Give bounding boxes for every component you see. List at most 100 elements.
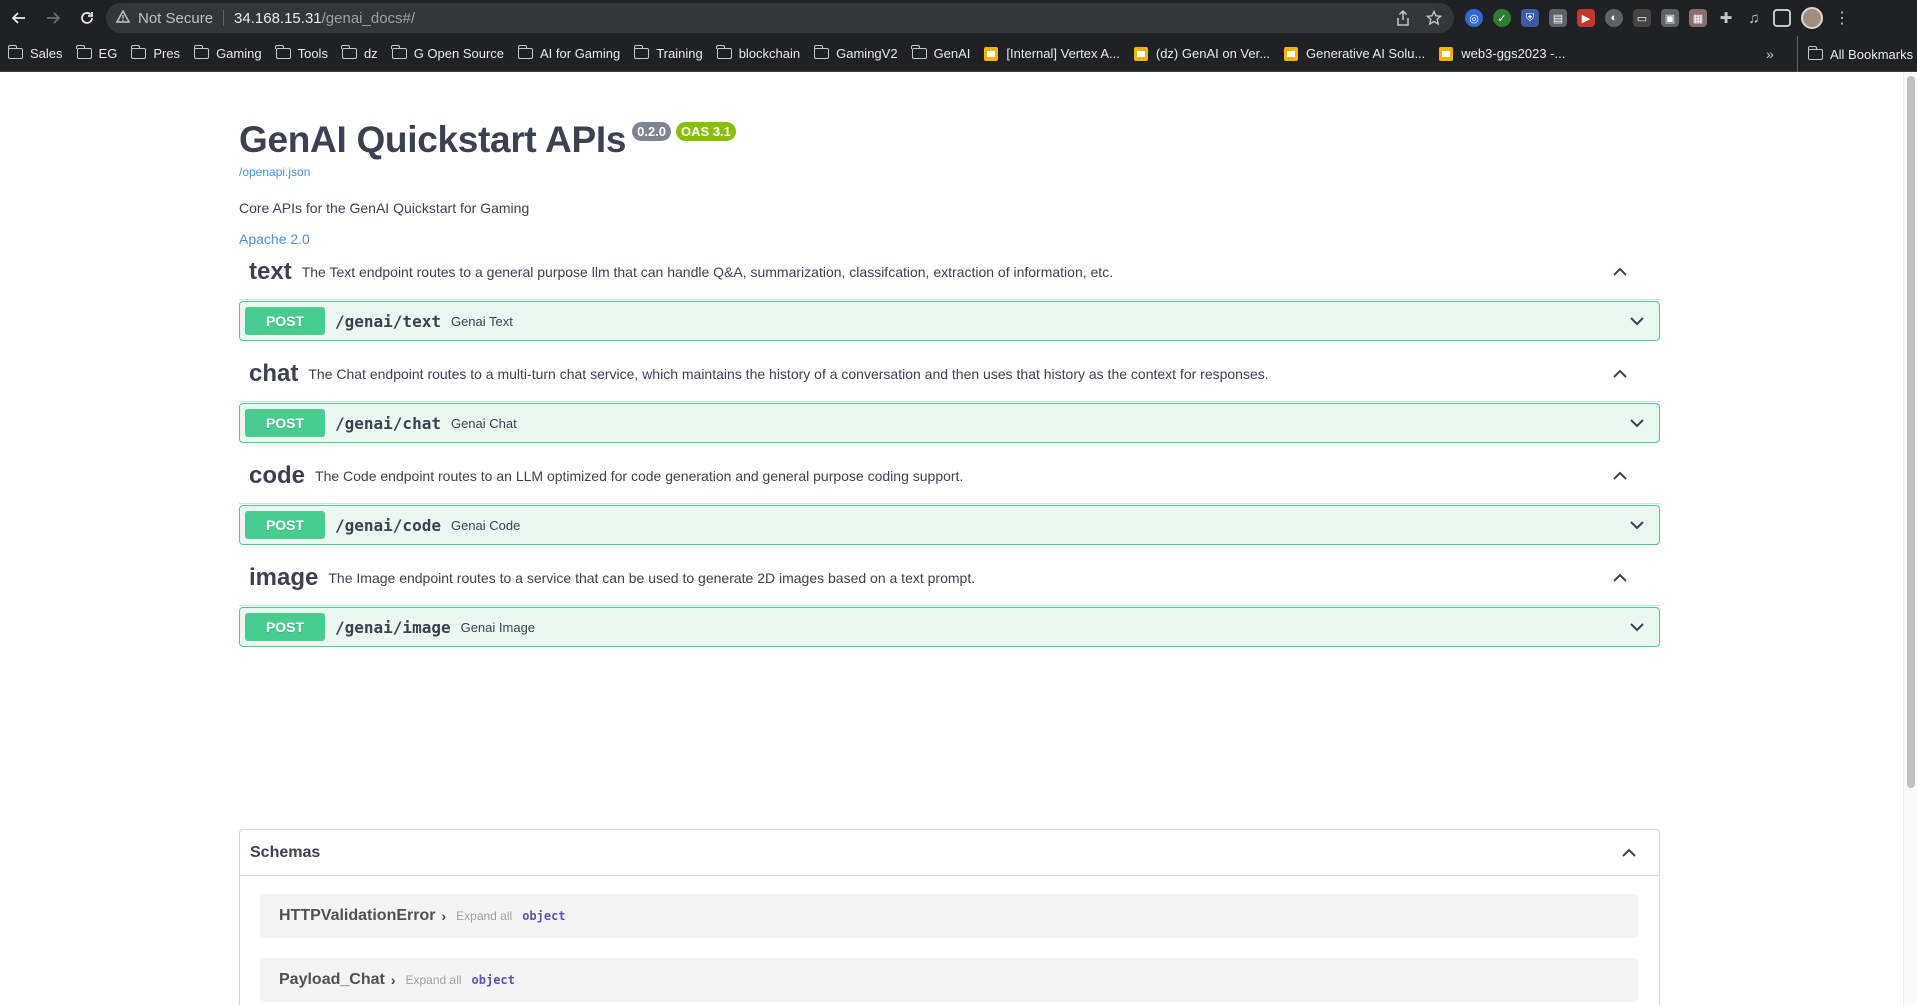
operation-path: /genai/chat	[335, 413, 441, 433]
model-name[interactable]: Payload_Chat	[279, 971, 385, 989]
operation-summary: Genai Image	[460, 619, 536, 635]
menu-icon[interactable]: ⋮	[1833, 9, 1851, 27]
bookmark-item[interactable]: Training	[633, 45, 703, 61]
forward-button[interactable]	[38, 3, 68, 33]
expand-all-button[interactable]: Expand all	[405, 973, 461, 987]
bookmark-label: dz	[363, 46, 378, 61]
bookmark-item[interactable]: AI for Gaming	[517, 45, 620, 61]
shield-icon[interactable]: ⛨	[1521, 9, 1539, 27]
bookmarks-overflow-button[interactable]: »	[1766, 46, 1774, 62]
bookmark-item[interactable]: Sales	[7, 45, 63, 61]
scrollbar[interactable]	[1903, 72, 1917, 1005]
method-badge: POST	[245, 307, 325, 335]
cast-icon[interactable]: ▭	[1633, 9, 1651, 27]
bookmark-label: Training	[656, 46, 703, 61]
address-bar[interactable]: Not Secure 34.168.15.31 /genai_docs#/	[106, 3, 1454, 33]
security-status[interactable]: Not Secure	[138, 10, 213, 27]
bookmark-item[interactable]: [Internal] Vertex A...	[984, 46, 1120, 61]
share-icon[interactable]	[1396, 10, 1410, 26]
swagger-page: GenAI Quickstart APIs 0.2.0 OAS 3.1 /ope…	[0, 72, 1917, 1005]
omnibox-actions	[1396, 3, 1442, 33]
openapi-json-link[interactable]: /openapi.json	[239, 165, 310, 179]
chevron-up-icon[interactable]	[1610, 568, 1630, 588]
all-bookmarks-label: All Bookmarks	[1830, 46, 1914, 62]
all-bookmarks-button[interactable]: All Bookmarks	[1797, 36, 1913, 72]
schemas-section: Schemas HTTPValidationError › Expand all ob…	[239, 829, 1660, 1005]
bookmark-item[interactable]: Gaming	[193, 45, 262, 61]
chevron-up-icon[interactable]	[1610, 262, 1630, 282]
extension-icon[interactable]: ▤	[1549, 9, 1567, 27]
avatar[interactable]	[1801, 7, 1823, 29]
operation-image[interactable]: POST/genai/image Genai Image	[239, 607, 1660, 647]
bookmark-item[interactable]: G Open Source	[391, 45, 505, 61]
schemas-header[interactable]: Schemas	[240, 830, 1659, 876]
folder-icon	[7, 45, 23, 59]
extension-icon[interactable]: ✓	[1493, 9, 1511, 27]
operation-code[interactable]: POST/genai/code Genai Code	[239, 505, 1660, 545]
page-title: GenAI Quickstart APIs	[239, 119, 627, 160]
star-icon[interactable]	[1426, 10, 1442, 26]
expand-all-button[interactable]: Expand all	[456, 909, 512, 923]
bookmark-item[interactable]: dz	[341, 45, 378, 61]
folder-icon	[341, 45, 357, 59]
operation-chat[interactable]: POST/genai/chat Genai Chat	[239, 403, 1660, 443]
bookmark-label: Pres	[153, 46, 181, 61]
info-header: GenAI Quickstart APIs 0.2.0 OAS 3.1	[239, 119, 736, 161]
bookmark-item[interactable]: Generative AI Solu...	[1284, 46, 1425, 61]
arrow-left-icon	[11, 12, 25, 24]
url-host: 34.168.15.31	[234, 9, 322, 27]
chevron-up-icon[interactable]	[1619, 843, 1639, 863]
extensions-area: ◎ ✓ ⛨ ▤ ▶ ◐ ▭ ▣ ▦ ✚ ♫ ⋮	[1465, 4, 1851, 32]
puzzle-icon[interactable]: ✚	[1717, 9, 1735, 27]
slides-icon	[1284, 46, 1299, 61]
extension-icon[interactable]: ◎	[1465, 9, 1483, 27]
bookmark-item[interactable]: blockchain	[716, 45, 800, 61]
bookmark-item[interactable]: GamingV2	[813, 45, 898, 61]
reload-button[interactable]	[72, 3, 102, 33]
tag-section-chat[interactable]: chat The Chat endpoint routes to a multi-…	[239, 346, 1660, 402]
folder-icon	[911, 45, 927, 59]
bookmark-label: web3-ggs2023 -...	[1461, 46, 1566, 61]
bookmark-item[interactable]: GenAI	[911, 45, 970, 61]
model-type: object	[522, 909, 566, 923]
chevron-down-icon[interactable]	[1627, 617, 1647, 637]
chevron-right-icon[interactable]: ›	[441, 908, 446, 924]
chevron-right-icon[interactable]: ›	[391, 972, 396, 988]
tag-section-image[interactable]: image The Image endpoint routes to a serv…	[239, 550, 1660, 606]
operation-text[interactable]: POST/genai/text Genai Text	[239, 301, 1660, 341]
tag-section-text[interactable]: text The Text endpoint routes to a genera…	[239, 244, 1660, 300]
schema-model[interactable]: HTTPValidationError › Expand all object	[260, 894, 1638, 938]
schema-model[interactable]: Payload_Chat › Expand all object	[260, 958, 1638, 1002]
version-badge: 0.2.0	[632, 122, 672, 141]
chevron-down-icon[interactable]	[1627, 311, 1647, 331]
model-name[interactable]: HTTPValidationError	[279, 907, 435, 925]
folder-icon	[716, 45, 732, 59]
extension-icon[interactable]: ▣	[1661, 9, 1679, 27]
chevron-up-icon[interactable]	[1610, 466, 1630, 486]
back-button[interactable]	[4, 3, 34, 33]
bookmark-item[interactable]: EG	[76, 45, 117, 61]
media-icon[interactable]: ♫	[1745, 9, 1763, 27]
method-badge: POST	[245, 613, 325, 641]
extension-icon[interactable]: ◐	[1605, 9, 1623, 27]
extension-icon[interactable]: ▶	[1577, 9, 1595, 27]
bookmark-item[interactable]: web3-ggs2023 -...	[1439, 46, 1565, 61]
browser-toolbar: Not Secure 34.168.15.31 /genai_docs#/ ◎ …	[0, 0, 1917, 36]
bookmarks-bar: Sales EG Pres Gaming Tools dz G Open Source AI …	[0, 36, 1917, 72]
chevron-up-icon[interactable]	[1610, 364, 1630, 384]
bookmark-label: GamingV2	[836, 46, 898, 61]
reload-icon	[81, 12, 93, 24]
scrollbar-thumb[interactable]	[1907, 76, 1915, 788]
tag-description: The Text endpoint routes to a general pu…	[301, 263, 1114, 280]
bookmark-item[interactable]: Tools	[275, 45, 328, 61]
chevron-down-icon[interactable]	[1627, 515, 1647, 535]
tag-name: text	[249, 257, 292, 285]
sidepanel-icon[interactable]	[1773, 9, 1791, 27]
extension-icon[interactable]: ▦	[1689, 9, 1707, 27]
slides-icon	[984, 46, 999, 61]
bookmark-label: G Open Source	[413, 46, 505, 61]
chevron-down-icon[interactable]	[1627, 413, 1647, 433]
bookmark-item[interactable]: Pres	[130, 45, 181, 61]
tag-section-code[interactable]: code The Code endpoint routes to an LLM o…	[239, 448, 1660, 504]
bookmark-item[interactable]: (dz) GenAI on Ver...	[1133, 46, 1270, 61]
